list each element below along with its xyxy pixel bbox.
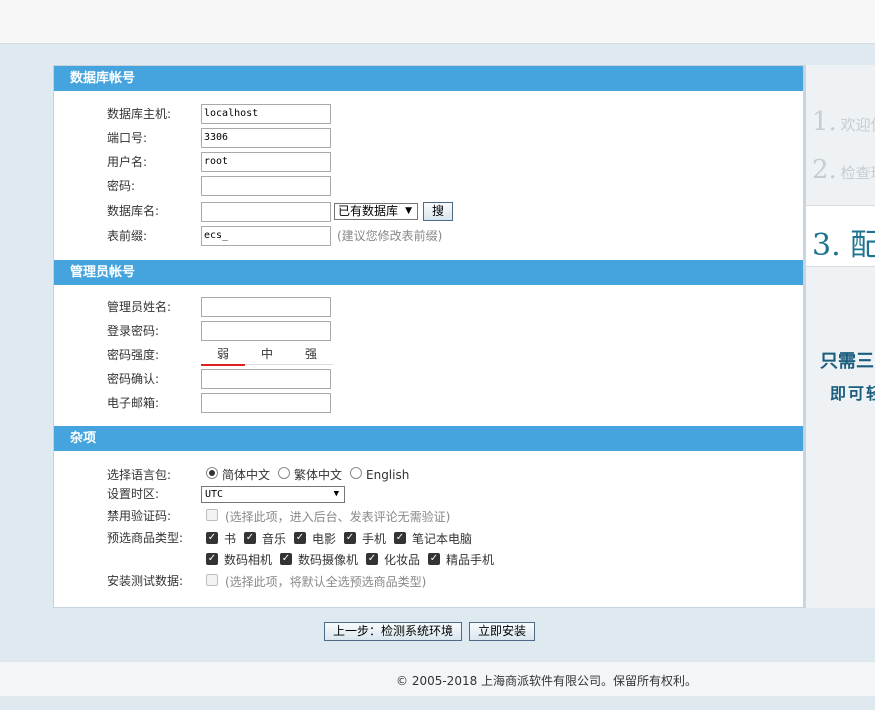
promo-line-1: 只需三 <box>820 351 874 372</box>
step-2-text: 检查环 <box>840 164 875 182</box>
prev-step-button[interactable]: 上一步：检测系统环境 <box>324 622 462 641</box>
existing-db-select[interactable]: 已有数据库 ▼ <box>334 203 418 220</box>
install-now-button[interactable]: 立即安装 <box>469 622 535 641</box>
install-steps-sidebar: 1. 欢迎使 2. 检查环 3. 配 只需三 即可轻 <box>804 65 875 608</box>
timezone-select-value: UTC <box>205 489 224 500</box>
goods-type-checkbox[interactable]: ✓ <box>366 553 378 565</box>
step-3-text: 3. 配 <box>812 228 875 263</box>
captcha-hint: (选择此项，进入后台、发表评论无需验证) <box>225 510 451 524</box>
test-data-label: 安装测试数据: <box>107 574 184 588</box>
db-name-input[interactable] <box>201 202 331 222</box>
strength-weak: 弱 <box>216 347 229 361</box>
test-data-hint: (选择此项，将默认全选预选商品类型) <box>225 575 427 589</box>
section-header-misc: 杂项 <box>54 426 803 451</box>
db-user-label: 用户名: <box>107 155 148 169</box>
goods-type-label: 预选商品类型: <box>107 531 184 545</box>
table-prefix-hint: (建议您修改表前缀) <box>337 229 443 243</box>
db-password-label: 密码: <box>107 179 136 193</box>
promo-line-2: 即可轻 <box>830 384 875 403</box>
goods-type-checkbox[interactable]: ✓ <box>344 532 356 544</box>
goods-type-label-item: 书 <box>224 532 237 546</box>
password-strength-label: 密码强度: <box>107 348 160 362</box>
email-label: 电子邮箱: <box>107 396 160 410</box>
top-bar <box>0 0 875 44</box>
action-bar: 上一步：检测系统环境 立即安装 <box>0 622 875 644</box>
dropdown-arrow-icon: ▼ <box>333 489 339 499</box>
step-1: 1. 欢迎使 <box>812 107 875 137</box>
lang-option-simplified: 简体中文 <box>222 468 271 482</box>
step-2-number: 2. <box>812 155 837 185</box>
captcha-checkbox[interactable] <box>206 509 218 521</box>
goods-type-label-item: 音乐 <box>262 532 287 546</box>
lang-option-english: English <box>366 468 410 482</box>
admin-name-input[interactable] <box>201 297 331 317</box>
goods-type-label-item: 手机 <box>362 532 387 546</box>
section-header-database: 数据库帐号 <box>54 66 803 91</box>
existing-db-select-value: 已有数据库 <box>338 204 399 218</box>
admin-name-label: 管理员姓名: <box>107 300 172 314</box>
test-data-checkbox[interactable] <box>206 574 218 586</box>
lang-option-traditional: 繁体中文 <box>294 468 343 482</box>
table-prefix-input[interactable]: ecs_ <box>201 226 331 246</box>
password-strength-meter: 弱 中 强 <box>201 345 333 366</box>
timezone-select[interactable]: UTC ▼ <box>201 486 345 503</box>
db-password-input[interactable] <box>201 176 331 196</box>
goods-type-checkbox[interactable]: ✓ <box>244 532 256 544</box>
goods-type-checkbox[interactable]: ✓ <box>206 553 218 565</box>
search-db-button[interactable]: 搜 <box>423 202 453 221</box>
goods-type-label-item: 化妆品 <box>384 553 421 567</box>
goods-type-label-item: 精品手机 <box>446 553 495 567</box>
table-prefix-label: 表前缀: <box>107 229 148 243</box>
confirm-password-label: 密码确认: <box>107 372 160 386</box>
db-host-label: 数据库主机: <box>107 107 172 121</box>
captcha-label: 禁用验证码: <box>107 509 172 523</box>
language-label: 选择语言包: <box>107 468 172 482</box>
strength-medium: 中 <box>260 347 273 361</box>
copyright-text: © 2005-2018 上海商派软件有限公司。保留所有权利。 <box>396 674 698 688</box>
email-input[interactable] <box>201 393 331 413</box>
db-port-label: 端口号: <box>107 131 148 145</box>
goods-type-label-item: 数码相机 <box>224 553 273 567</box>
goods-type-label-item: 笔记本电脑 <box>412 532 473 546</box>
timezone-label: 设置时区: <box>107 487 160 501</box>
admin-password-label: 登录密码: <box>107 324 160 338</box>
goods-type-checkbox[interactable]: ✓ <box>294 532 306 544</box>
footer: © 2005-2018 上海商派软件有限公司。保留所有权利。 <box>0 661 875 697</box>
step-1-number: 1. <box>812 107 837 137</box>
goods-type-checkbox[interactable]: ✓ <box>428 553 440 565</box>
db-host-input[interactable]: localhost <box>201 104 331 124</box>
db-port-input[interactable]: 3306 <box>201 128 331 148</box>
step-1-text: 欢迎使 <box>840 116 875 134</box>
step-3-current: 3. 配 <box>806 205 875 267</box>
strength-strong: 强 <box>304 347 317 361</box>
goods-type-checkbox[interactable]: ✓ <box>394 532 406 544</box>
goods-type-checkbox[interactable]: ✓ <box>206 532 218 544</box>
admin-password-input[interactable] <box>201 321 331 341</box>
db-name-label: 数据库名: <box>107 204 160 218</box>
lang-radio-traditional[interactable] <box>278 467 290 479</box>
goods-type-label-item: 电影 <box>312 532 337 546</box>
goods-type-checkbox[interactable]: ✓ <box>280 553 292 565</box>
step-2: 2. 检查环 <box>812 155 875 185</box>
confirm-password-input[interactable] <box>201 369 331 389</box>
install-form-panel: 数据库帐号 数据库主机: localhost 端口号: 3306 用户名: ro… <box>53 65 804 608</box>
strength-indicator-bar <box>201 364 245 366</box>
lang-radio-simplified[interactable] <box>206 467 218 479</box>
lang-radio-english[interactable] <box>350 467 362 479</box>
section-header-admin: 管理员帐号 <box>54 260 803 285</box>
goods-type-label-item: 数码摄像机 <box>298 553 359 567</box>
db-user-input[interactable]: root <box>201 152 331 172</box>
dropdown-arrow-icon: ▼ <box>405 206 412 216</box>
